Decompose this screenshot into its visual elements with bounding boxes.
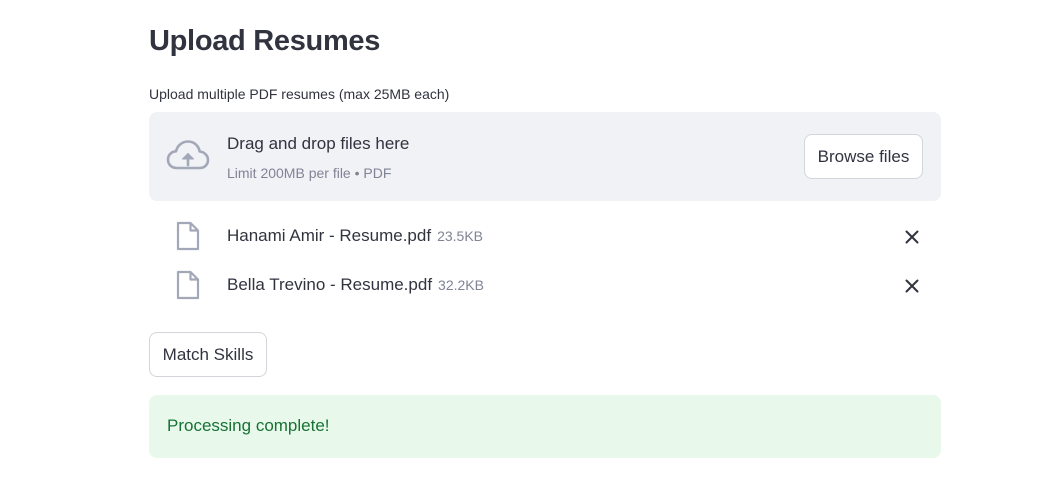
close-icon [905,279,919,293]
browse-files-button[interactable]: Browse files [804,134,923,179]
file-icon [176,270,200,300]
file-name-wrap: Bella Trevino - Resume.pdf 32.2KB [227,275,484,295]
uploaded-file-row: Bella Trevino - Resume.pdf 32.2KB [149,265,941,305]
file-dropzone[interactable]: Drag and drop files here Limit 200MB per… [149,112,941,201]
file-name: Bella Trevino - Resume.pdf [227,275,433,294]
file-size: 32.2KB [438,277,484,293]
cloud-upload-icon [166,139,210,173]
remove-file-button[interactable] [899,224,925,250]
uploader-label: Upload multiple PDF resumes (max 25MB ea… [149,86,450,102]
file-icon [176,221,200,251]
success-alert: Processing complete! [149,395,941,458]
uploaded-file-row: Hanami Amir - Resume.pdf 23.5KB [149,216,941,256]
remove-file-button[interactable] [899,273,925,299]
page-title: Upload Resumes [149,25,381,57]
success-message: Processing complete! [167,416,330,435]
dropzone-title: Drag and drop files here [227,134,410,153]
file-name: Hanami Amir - Resume.pdf [227,226,432,245]
file-name-wrap: Hanami Amir - Resume.pdf 23.5KB [227,226,483,246]
dropzone-subtitle: Limit 200MB per file • PDF [227,165,392,181]
close-icon [905,230,919,244]
match-skills-button[interactable]: Match Skills [149,332,267,377]
file-size: 23.5KB [437,228,484,244]
